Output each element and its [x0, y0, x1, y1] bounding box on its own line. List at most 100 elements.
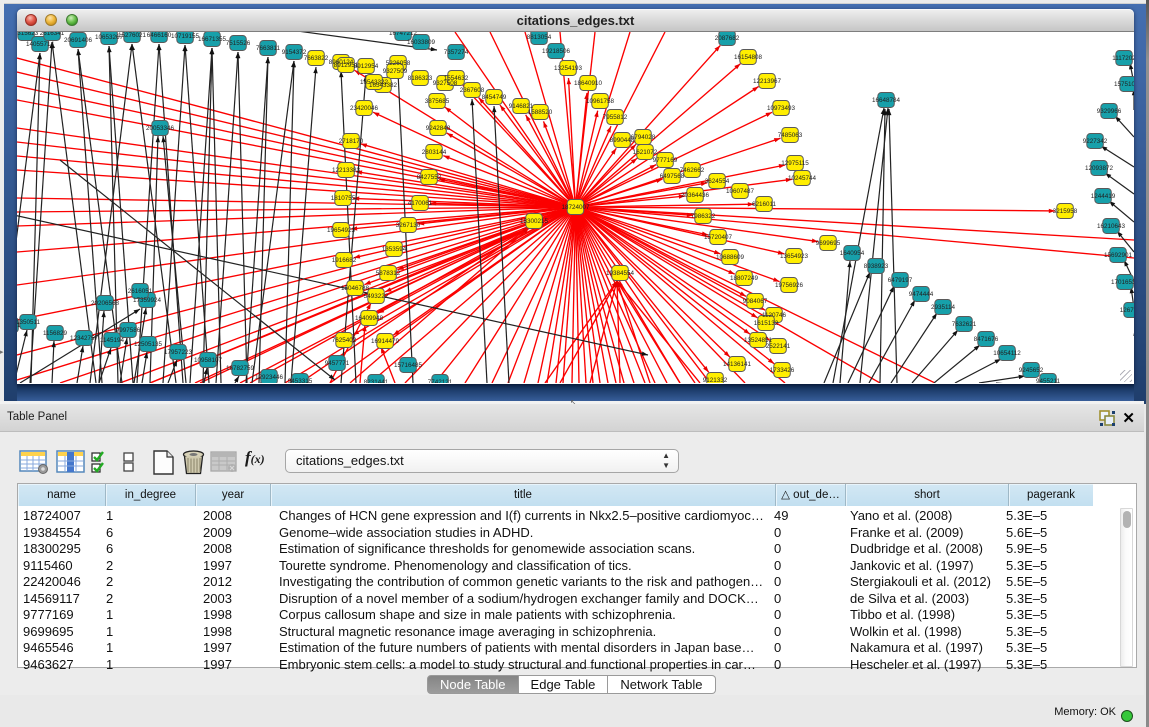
- svg-text:16154808: 16154808: [734, 54, 763, 61]
- svg-text:7742121: 7742121: [428, 379, 453, 383]
- svg-text:19756926: 19756926: [775, 282, 804, 289]
- svg-text:16747212: 16747212: [389, 32, 418, 37]
- svg-text:13654923: 13654923: [780, 253, 809, 260]
- svg-text:15751074: 15751074: [1114, 81, 1134, 88]
- svg-text:12975115: 12975115: [781, 160, 809, 167]
- svg-text:8813054: 8813054: [527, 34, 552, 41]
- svg-text:1640954: 1640954: [840, 250, 865, 257]
- svg-text:1267534: 1267534: [1120, 307, 1134, 314]
- svg-text:9227342: 9227342: [1083, 138, 1108, 145]
- svg-text:12923446: 12923446: [255, 374, 284, 381]
- svg-text:17016534: 17016534: [1111, 279, 1134, 286]
- svg-text:16914479: 16914479: [371, 338, 400, 345]
- svg-text:16648784: 16648784: [872, 97, 901, 104]
- svg-text:1120746: 1120746: [762, 312, 787, 319]
- svg-text:6794028: 6794028: [631, 134, 656, 141]
- svg-text:9455211: 9455211: [1036, 378, 1061, 383]
- svg-text:16543322: 16543322: [360, 79, 389, 86]
- svg-text:16210643: 16210643: [1097, 223, 1126, 230]
- svg-text:9699695: 9699695: [816, 240, 841, 247]
- svg-text:1615132: 1615132: [754, 320, 779, 327]
- svg-text:9327509: 9327509: [383, 68, 408, 75]
- svg-text:10688609: 10688609: [716, 254, 745, 261]
- svg-text:12093872: 12093872: [1085, 165, 1114, 172]
- svg-text:3875685: 3875685: [425, 98, 450, 105]
- svg-text:16409948: 16409948: [355, 315, 384, 322]
- svg-text:7357274: 7357274: [444, 49, 469, 56]
- svg-text:8427552: 8427552: [417, 174, 442, 181]
- svg-text:10973493: 10973493: [767, 105, 796, 112]
- svg-text:8471676: 8471676: [974, 336, 999, 343]
- svg-text:7462662: 7462662: [680, 167, 705, 174]
- svg-text:15720407: 15720407: [704, 234, 733, 241]
- svg-text:9457771: 9457771: [325, 360, 350, 367]
- svg-text:2803144: 2803144: [422, 149, 447, 156]
- svg-text:1733426: 1733426: [770, 367, 795, 374]
- svg-text:6497568: 6497568: [660, 173, 685, 180]
- svg-text:14055714: 14055714: [26, 41, 55, 48]
- svg-text:1588520: 1588520: [528, 109, 553, 116]
- svg-text:15692901: 15692901: [1104, 252, 1133, 259]
- svg-text:7663811: 7663811: [256, 45, 281, 52]
- svg-text:5493222: 5493222: [364, 293, 389, 300]
- svg-text:7625402: 7625402: [332, 337, 357, 344]
- svg-text:2935114: 2935114: [931, 304, 956, 311]
- svg-text:9121332: 9121332: [703, 377, 728, 383]
- svg-text:1145194: 1145194: [100, 337, 125, 344]
- svg-text:17359924: 17359924: [133, 297, 162, 304]
- svg-text:1156829: 1156829: [43, 330, 68, 337]
- svg-text:7515526: 7515526: [226, 40, 251, 47]
- svg-text:2087682: 2087682: [715, 35, 740, 42]
- svg-text:18640910: 18640910: [574, 80, 603, 87]
- svg-text:6479197: 6479197: [888, 277, 913, 284]
- svg-text:7485063: 7485063: [778, 132, 803, 139]
- svg-text:10961758: 10961758: [586, 98, 615, 105]
- svg-text:20364436: 20364436: [681, 192, 710, 199]
- svg-text:7663822: 7663822: [304, 55, 329, 62]
- svg-text:10245744: 10245744: [788, 175, 817, 182]
- svg-text:15276021: 15276021: [118, 32, 147, 39]
- svg-text:16671355: 16671355: [198, 36, 227, 43]
- svg-text:12213967: 12213967: [753, 78, 782, 85]
- svg-text:1350511: 1350511: [17, 319, 41, 326]
- svg-text:12505135: 12505135: [134, 341, 163, 348]
- svg-text:6466160: 6466160: [147, 32, 172, 39]
- svg-text:8938923: 8938923: [864, 263, 889, 270]
- svg-text:9777169: 9777169: [653, 157, 678, 164]
- svg-text:6216011: 6216011: [752, 201, 777, 208]
- svg-text:2522141: 2522141: [766, 343, 791, 350]
- svg-text:19384554: 19384554: [606, 270, 635, 277]
- svg-text:10654112: 10654112: [993, 350, 1021, 357]
- svg-text:9245652: 9245652: [1019, 367, 1044, 374]
- svg-text:10607487: 10607487: [726, 188, 755, 195]
- svg-text:5226058: 5226058: [386, 60, 411, 67]
- svg-text:20053346: 20053346: [146, 125, 175, 132]
- svg-text:14136141: 14136141: [723, 361, 752, 368]
- svg-text:23420046: 23420046: [350, 105, 379, 112]
- svg-text:1554632: 1554632: [444, 75, 469, 82]
- svg-text:7632621: 7632621: [952, 321, 977, 328]
- svg-text:10719155: 10719155: [171, 33, 200, 40]
- svg-text:7955812: 7955812: [603, 114, 628, 121]
- svg-text:20206568: 20206568: [91, 300, 120, 307]
- svg-text:5878312: 5878312: [376, 270, 401, 277]
- svg-text:8454749: 8454749: [482, 94, 507, 101]
- svg-text:9242848: 9242848: [426, 125, 451, 132]
- svg-text:2718170: 2718170: [339, 138, 364, 145]
- svg-text:1244419: 1244419: [1091, 193, 1116, 200]
- svg-text:9997586: 9997586: [116, 327, 141, 334]
- svg-text:3215958: 3215958: [1053, 208, 1078, 215]
- svg-text:7986322: 7986322: [691, 213, 716, 220]
- svg-text:18300215: 18300215: [520, 218, 549, 225]
- svg-text:9084067: 9084067: [743, 298, 768, 305]
- svg-text:8912951: 8912951: [334, 62, 359, 69]
- svg-text:1916682: 1916682: [332, 257, 357, 264]
- svg-text:1621072: 1621072: [633, 149, 658, 156]
- svg-text:13254193: 13254193: [554, 65, 583, 72]
- svg-text:15716485: 15716485: [394, 362, 423, 369]
- svg-text:20691406: 20691406: [64, 37, 93, 44]
- svg-text:16033809: 16033809: [407, 39, 436, 46]
- svg-text:12342757: 12342757: [70, 335, 99, 342]
- svg-text:1353594: 1353594: [382, 246, 407, 253]
- svg-text:3624554: 3624554: [705, 178, 730, 185]
